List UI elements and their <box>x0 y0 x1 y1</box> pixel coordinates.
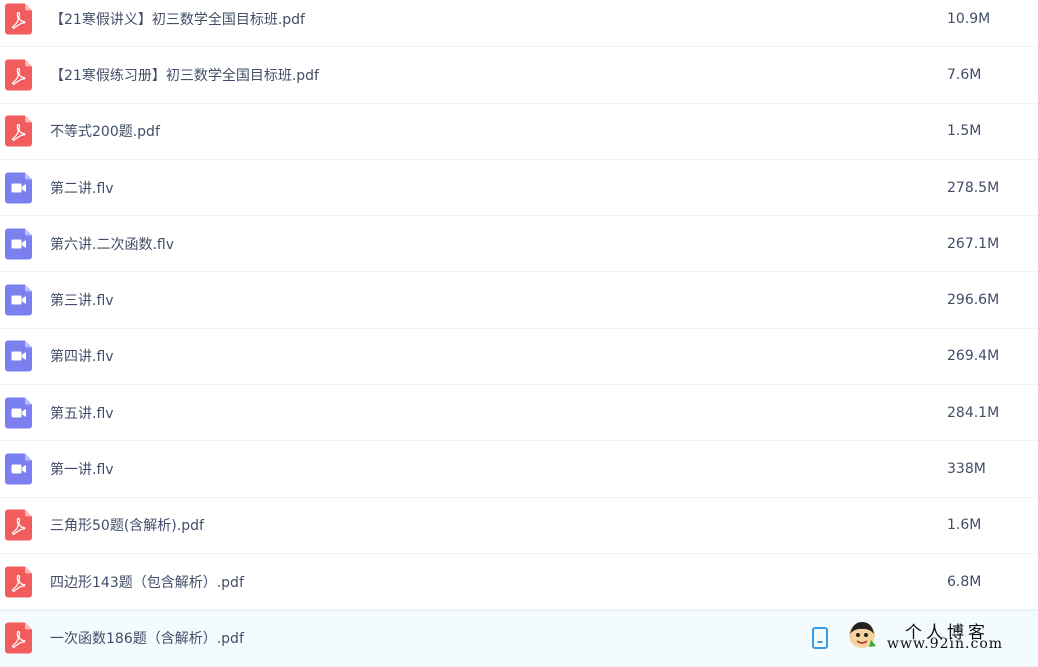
file-name[interactable]: 第四讲.flv <box>50 346 114 366</box>
file-size: 296.6M <box>947 292 1000 309</box>
file-name[interactable]: 四边形143题（包含解析）.pdf <box>50 572 244 592</box>
file-size: 267.1M <box>947 235 1000 252</box>
mobile-phone-icon[interactable] <box>811 627 829 650</box>
pdf-icon <box>5 115 32 147</box>
watermark-url: www.92in.com <box>887 636 1004 652</box>
file-size: 338M <box>947 461 986 478</box>
file-row[interactable]: 第五讲.flv 284.1M <box>0 385 1038 442</box>
file-row[interactable]: 不等式200题.pdf 1.5M <box>0 104 1038 160</box>
video-icon <box>5 340 32 372</box>
file-row[interactable]: 【21寒假练习册】初三数学全国目标班.pdf 7.6M <box>0 47 1038 104</box>
video-icon <box>5 172 32 204</box>
file-size: 1.5M <box>947 123 982 140</box>
file-name[interactable]: 【21寒假练习册】初三数学全国目标班.pdf <box>50 65 319 85</box>
file-row[interactable]: 第二讲.flv 278.5M <box>0 160 1038 217</box>
file-size: 269.4M <box>947 348 1000 365</box>
pdf-icon <box>5 3 32 35</box>
pdf-icon <box>5 509 32 541</box>
video-icon <box>5 453 32 485</box>
file-row[interactable]: 【21寒假讲义】初三数学全国目标班.pdf 10.9M <box>0 0 1038 48</box>
file-size: 1.6M <box>947 517 982 534</box>
avatar-icon <box>849 622 876 648</box>
file-row[interactable]: 第一讲.flv 338M <box>0 441 1038 498</box>
video-icon <box>5 228 32 260</box>
file-list: 【21寒假讲义】初三数学全国目标班.pdf 10.9M 【21寒假练习册】初三数学全… <box>0 0 1038 667</box>
file-size: 7.6M <box>947 66 982 83</box>
pdf-icon <box>5 566 32 598</box>
file-name[interactable]: 第六讲.二次函数.flv <box>50 234 174 254</box>
file-name[interactable]: 第一讲.flv <box>50 459 114 479</box>
pdf-icon <box>5 59 32 91</box>
file-row[interactable]: 第四讲.flv 269.4M <box>0 329 1038 386</box>
file-name[interactable]: 一次函数186题（含解析）.pdf <box>50 628 244 648</box>
file-size: 10.9M <box>947 10 991 27</box>
file-name[interactable]: 不等式200题.pdf <box>50 121 160 141</box>
file-name[interactable]: 【21寒假讲义】初三数学全国目标班.pdf <box>50 9 305 29</box>
file-name[interactable]: 第五讲.flv <box>50 403 114 423</box>
file-size: 6.8M <box>947 573 982 590</box>
file-row[interactable]: 四边形143题（包含解析）.pdf 6.8M <box>0 554 1038 611</box>
file-row[interactable]: 第六讲.二次函数.flv 267.1M <box>0 216 1038 273</box>
file-name[interactable]: 第二讲.flv <box>50 178 114 198</box>
file-size: 284.1M <box>947 404 1000 421</box>
file-name[interactable]: 第三讲.flv <box>50 290 114 310</box>
watermark: 个人博客 www.92in.com <box>843 612 1038 658</box>
pdf-icon <box>5 622 32 654</box>
file-row[interactable]: 三角形50题(含解析).pdf 1.6M <box>0 498 1038 554</box>
file-size: 278.5M <box>947 179 1000 196</box>
file-row[interactable]: 第三讲.flv 296.6M <box>0 272 1038 329</box>
video-icon <box>5 284 32 316</box>
file-name[interactable]: 三角形50题(含解析).pdf <box>50 515 204 535</box>
video-icon <box>5 397 32 429</box>
